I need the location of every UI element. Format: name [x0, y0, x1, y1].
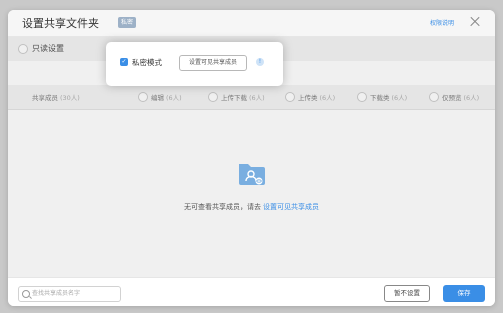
member-search: [18, 286, 121, 302]
close-icon[interactable]: [468, 15, 482, 29]
set-visible-members-button[interactable]: 设置可见共享成员: [179, 55, 247, 71]
dialog-footer: 暂不设置 保存: [8, 277, 495, 306]
permission-help-link[interactable]: 权限说明: [430, 18, 454, 27]
private-mode-label: 私密模式: [132, 58, 162, 67]
shared-folder-icon: [236, 157, 266, 187]
dialog-header: 设置共享文件夹 私密 权限说明: [8, 10, 495, 37]
save-button[interactable]: 保存: [443, 285, 485, 302]
empty-state-message: 无可查看共享成员，请去: [184, 203, 261, 211]
empty-state: 无可查看共享成员，请去 设置可见共享成员: [8, 202, 495, 212]
set-visible-members-link[interactable]: 设置可见共享成员: [263, 203, 319, 211]
private-mode-popover: ✓ 私密模式 设置可见共享成员 !: [106, 42, 283, 86]
dialog-title: 设置共享文件夹: [22, 17, 99, 30]
private-mode-checkbox[interactable]: ✓: [120, 58, 128, 66]
private-tag: 私密: [118, 17, 137, 28]
info-icon[interactable]: !: [256, 58, 264, 66]
skip-button[interactable]: 暂不设置: [384, 285, 430, 302]
search-icon: [22, 290, 30, 298]
member-search-input[interactable]: [32, 288, 116, 299]
share-folder-dialog: 设置共享文件夹 私密 权限说明 只读设置 共享成员 (30人) 编辑 (6人) 上传…: [8, 10, 495, 306]
